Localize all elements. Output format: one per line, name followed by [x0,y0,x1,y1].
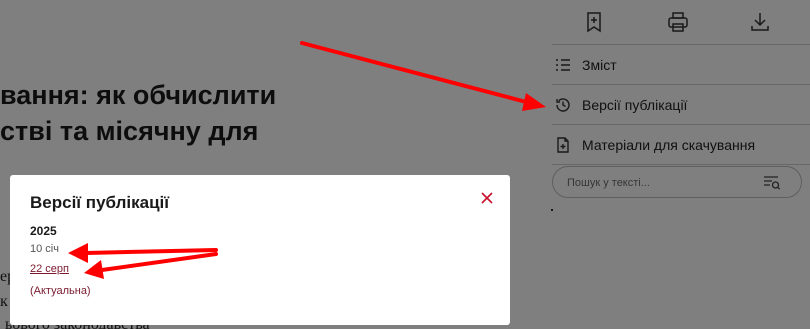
version-link[interactable]: 10 січ [30,243,59,255]
current-version-note: (Актуальна) [30,285,91,297]
close-icon[interactable] [480,191,494,205]
version-year: 2025 [30,224,57,238]
dialog-title: Версії публікації [30,193,170,212]
versions-dialog: Версії публікації 2025 10 січ 22 серп (А… [10,175,510,325]
version-link-current[interactable]: 22 серп [30,263,69,275]
